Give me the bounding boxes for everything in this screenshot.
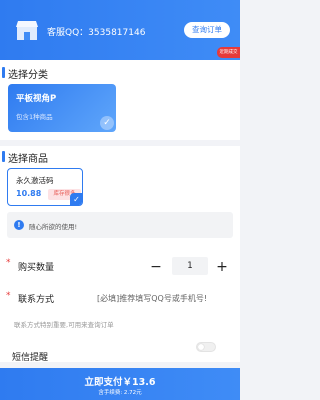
header: 客服QQ：3535817146 查询订单 [0, 0, 240, 60]
goods-notice: ! 随心所欲的使用! [7, 212, 233, 238]
category-section: 选择分类 平板视角P 包含1种商品 ✓ [0, 60, 240, 140]
customer-service-qq: 客服QQ：3535817146 [47, 28, 146, 38]
side-tab-recent-deals[interactable]: 近期成交 [217, 47, 240, 58]
fee-text: 含手续费: 2.72元 [98, 390, 142, 396]
check-icon: ✓ [100, 116, 114, 130]
required-mark: * [6, 258, 11, 268]
quantity-label: 购买数量 [18, 263, 55, 273]
category-count: 包含1种商品 [16, 113, 53, 121]
notice-text: 随心所欲的使用! [29, 223, 78, 231]
pay-now-button[interactable]: 立即支付￥13.6 含手续费: 2.72元 [0, 368, 240, 400]
goods-price: 10.88 [16, 189, 42, 198]
quantity-minus-button[interactable]: − [150, 260, 162, 274]
quantity-input[interactable]: 1 [172, 257, 208, 275]
contact-label: 联系方式 [18, 295, 55, 305]
sms-reminder-label: 短信提醒 [12, 353, 49, 363]
quantity-plus-button[interactable]: + [216, 260, 228, 274]
category-name: 平板视角P [16, 94, 57, 104]
shop-icon [16, 21, 38, 40]
pay-amount: 立即支付￥13.6 [84, 377, 156, 388]
toggle-knob [198, 344, 204, 350]
required-mark: * [6, 291, 11, 301]
check-icon: ✓ [70, 193, 82, 205]
contact-hint: 联系方式特别重要,可用来查询订单 [14, 321, 114, 329]
query-order-button[interactable]: 查询订单 [184, 22, 230, 38]
category-section-title: 选择分类 [2, 66, 48, 81]
goods-section: 选择商品 永久激活码 10.88 库存很多 ✓ ! 随心所欲的使用! [0, 146, 240, 244]
contact-input[interactable] [97, 291, 235, 305]
category-card[interactable]: 平板视角P 包含1种商品 ✓ [8, 84, 116, 132]
goods-section-title: 选择商品 [2, 150, 48, 165]
goods-card[interactable]: 永久激活码 10.88 库存很多 ✓ [7, 168, 83, 206]
goods-name: 永久激活码 [16, 176, 54, 185]
sms-reminder-toggle[interactable] [196, 342, 216, 352]
info-icon: ! [14, 220, 24, 230]
